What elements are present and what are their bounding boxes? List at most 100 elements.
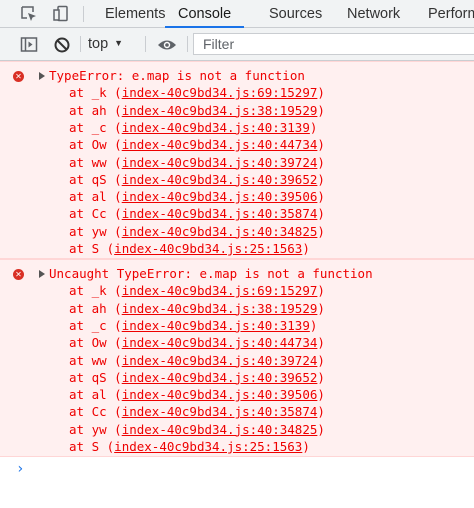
stack-frame-prefix: at <box>69 352 92 368</box>
stack-frame-function: Cc <box>91 404 107 420</box>
sidebar-toggle-icon[interactable] <box>20 36 38 54</box>
source-link[interactable]: index-40c9bd34.js:38:19529 <box>122 103 318 118</box>
tab-performance[interactable]: Perform <box>428 0 474 28</box>
stack-frame: at Cc (index-40c9bd34.js:40:35874) <box>69 403 325 420</box>
stack-frame-function: al <box>91 387 107 403</box>
stack-frame: at Ow (index-40c9bd34.js:40:44734) <box>69 334 325 351</box>
stack-frame-prefix: at <box>69 387 92 403</box>
stack-frame: at ww (index-40c9bd34.js:40:39724) <box>69 352 325 369</box>
expand-triangle-icon[interactable] <box>39 72 45 80</box>
paren-open: ( <box>99 241 115 256</box>
source-link[interactable]: index-40c9bd34.js:69:15297 <box>122 85 318 100</box>
stack-frame: at ah (index-40c9bd34.js:38:19529) <box>69 102 325 119</box>
stack-frame-prefix: at <box>69 137 92 153</box>
stack-frame-prefix: at <box>69 171 92 187</box>
filter-input[interactable] <box>193 33 474 55</box>
tab-network[interactable]: Network <box>347 0 400 28</box>
stack-frame: at _c (index-40c9bd34.js:40:3139) <box>69 317 317 334</box>
paren-close: ) <box>317 206 325 222</box>
source-link[interactable]: index-40c9bd34.js:40:39724 <box>122 353 318 368</box>
stack-frame: at _k (index-40c9bd34.js:69:15297) <box>69 84 325 101</box>
source-link[interactable]: index-40c9bd34.js:40:44734 <box>122 137 318 152</box>
tab-console-label: Console <box>178 6 232 22</box>
stack-frame: at qS (index-40c9bd34.js:40:39652) <box>69 171 325 188</box>
source-link[interactable]: index-40c9bd34.js:40:39724 <box>122 155 318 170</box>
paren-close: ) <box>317 404 325 420</box>
devtools-tab-bar: Elements Console Sources Network Perform <box>0 0 474 28</box>
paren-close: ) <box>317 189 325 205</box>
context-selector-value: top <box>88 36 109 52</box>
paren-close: ) <box>317 335 325 351</box>
stack-frame-prefix: at <box>69 154 92 170</box>
stack-frame: at S (index-40c9bd34.js:25:1563) <box>69 240 310 257</box>
toolbar-divider <box>187 36 188 52</box>
paren-open: ( <box>106 421 122 437</box>
paren-close: ) <box>317 154 325 170</box>
stack-frame: at qS (index-40c9bd34.js:40:39652) <box>69 369 325 386</box>
stack-frame: at _k (index-40c9bd34.js:69:15297) <box>69 282 325 299</box>
stack-frame-function: qS <box>91 369 107 385</box>
source-link[interactable]: index-40c9bd34.js:40:39652 <box>122 370 318 385</box>
stack-frame-prefix: at <box>69 206 92 222</box>
console-error-message: ✕ Uncaught TypeError: e.map is not a func… <box>0 259 474 457</box>
source-link[interactable]: index-40c9bd34.js:40:35874 <box>122 206 318 221</box>
source-link[interactable]: index-40c9bd34.js:40:35874 <box>122 404 318 419</box>
stack-frame-function: ah <box>91 102 107 118</box>
context-selector[interactable]: top ▼ <box>88 28 123 60</box>
clear-console-icon[interactable] <box>53 36 71 54</box>
stack-frame-prefix: at <box>69 85 92 101</box>
device-toolbar-icon[interactable] <box>52 5 70 23</box>
error-message-text: TypeError: e.map is not a function <box>49 68 305 83</box>
stack-frame: at yw (index-40c9bd34.js:40:34825) <box>69 223 325 240</box>
stack-frame: at S (index-40c9bd34.js:25:1563) <box>69 438 310 455</box>
source-link[interactable]: index-40c9bd34.js:38:19529 <box>122 301 318 316</box>
stack-frame-prefix: at <box>69 189 92 205</box>
source-link[interactable]: index-40c9bd34.js:40:3139 <box>122 120 310 135</box>
console-prompt[interactable]: › <box>0 461 474 508</box>
source-link[interactable]: index-40c9bd34.js:40:44734 <box>122 335 318 350</box>
source-link[interactable]: index-40c9bd34.js:40:34825 <box>122 224 318 239</box>
paren-close: ) <box>317 352 325 368</box>
stack-frame-prefix: at <box>69 241 92 256</box>
stack-frame-prefix: at <box>69 223 92 239</box>
paren-open: ( <box>106 206 122 222</box>
source-link[interactable]: index-40c9bd34.js:25:1563 <box>114 439 302 454</box>
paren-open: ( <box>106 85 122 101</box>
paren-open: ( <box>106 387 122 403</box>
paren-open: ( <box>106 223 122 239</box>
stack-frame: at Cc (index-40c9bd34.js:40:35874) <box>69 205 325 222</box>
source-link[interactable]: index-40c9bd34.js:40:39652 <box>122 172 318 187</box>
expand-triangle-icon[interactable] <box>39 270 45 278</box>
tab-elements[interactable]: Elements <box>105 0 165 28</box>
source-link[interactable]: index-40c9bd34.js:40:39506 <box>122 387 318 402</box>
source-link[interactable]: index-40c9bd34.js:40:39506 <box>122 189 318 204</box>
console-error-message: ✕ TypeError: e.map is not a function at _k… <box>0 61 474 259</box>
tab-sources[interactable]: Sources <box>269 0 322 28</box>
source-link[interactable]: index-40c9bd34.js:25:1563 <box>114 241 302 256</box>
toolbar-divider <box>145 36 146 52</box>
paren-open: ( <box>106 300 122 316</box>
paren-open: ( <box>106 369 122 385</box>
stack-frame: at yw (index-40c9bd34.js:40:34825) <box>69 421 325 438</box>
stack-frame: at _c (index-40c9bd34.js:40:3139) <box>69 119 317 136</box>
paren-open: ( <box>106 102 122 118</box>
stack-frame-function: al <box>91 189 107 205</box>
stack-frame-prefix: at <box>69 439 92 454</box>
paren-open: ( <box>106 137 122 153</box>
paren-open: ( <box>106 283 122 299</box>
stack-frame-function: yw <box>91 421 107 437</box>
stack-frame-prefix: at <box>69 335 92 351</box>
source-link[interactable]: index-40c9bd34.js:40:3139 <box>122 318 310 333</box>
error-icon: ✕ <box>13 269 24 280</box>
paren-open: ( <box>106 154 122 170</box>
source-link[interactable]: index-40c9bd34.js:40:34825 <box>122 422 318 437</box>
source-link[interactable]: index-40c9bd34.js:69:15297 <box>122 283 318 298</box>
paren-close: ) <box>317 387 325 403</box>
paren-open: ( <box>106 119 122 135</box>
error-icon: ✕ <box>13 71 24 82</box>
eye-icon[interactable] <box>157 36 176 54</box>
inspect-element-icon[interactable] <box>20 5 38 23</box>
stack-frame-function: qS <box>91 171 107 187</box>
paren-open: ( <box>106 352 122 368</box>
tab-console[interactable]: Console <box>165 0 245 28</box>
